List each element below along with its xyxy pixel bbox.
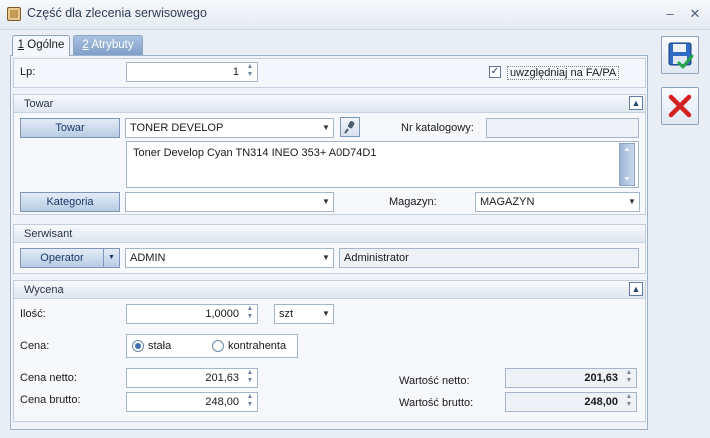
radio-stala[interactable] — [132, 340, 144, 352]
ilosc-label: Ilość: — [20, 308, 46, 320]
tab-ogolne[interactable]: 1 Ogólne — [12, 35, 70, 56]
towar-search-button[interactable] — [340, 117, 360, 137]
spin-down-icon: ▼ — [246, 401, 254, 408]
lp-spinner[interactable]: ▲ ▼ — [244, 63, 256, 81]
towar-dropdown-icon[interactable]: ▼ — [319, 119, 333, 137]
cena-netto-input[interactable]: 201,63 — [126, 368, 258, 388]
tab-atrybuty[interactable]: 2 Atrybuty — [73, 35, 143, 55]
scroll-up-icon — [624, 147, 630, 151]
minimize-button[interactable]: – — [661, 5, 679, 23]
towar-code-select[interactable]: TONER DEVELOP — [125, 118, 334, 138]
tab-atrybuty-label: Atrybuty — [88, 39, 134, 51]
spin-up-icon: ▲ — [246, 63, 254, 70]
spin-down-icon: ▼ — [246, 313, 254, 320]
wartosc-netto-spinner[interactable]: ▲ ▼ — [623, 369, 635, 387]
kategoria-dropdown-icon[interactable]: ▼ — [319, 193, 333, 211]
cena-label: Cena: — [20, 340, 50, 352]
cancel-icon — [668, 94, 692, 118]
operator-name[interactable]: Administrator — [339, 248, 639, 268]
description-scrollbar[interactable] — [619, 143, 635, 186]
unit-dropdown-icon[interactable]: ▼ — [319, 305, 333, 323]
uwzgledniaj-label[interactable]: uwzględniaj na FA/PA — [507, 66, 620, 80]
spin-down-icon: ▼ — [246, 71, 254, 78]
magazyn-dropdown-icon[interactable]: ▼ — [625, 193, 639, 211]
serwisant-section-header — [14, 225, 645, 243]
tab-ogolne-label: Ogólne — [24, 39, 65, 51]
wartosc-brutto-label: Wartość brutto: — [399, 397, 474, 409]
app-icon — [7, 7, 21, 21]
cena-brutto-label: Cena brutto: — [20, 394, 81, 406]
ilosc-spinner[interactable]: ▲ ▼ — [244, 305, 256, 323]
spin-up-icon: ▲ — [246, 305, 254, 312]
operator-select[interactable]: ADMIN — [125, 248, 334, 268]
cena-brutto-input[interactable]: 248,00 — [126, 392, 258, 412]
wartosc-netto-value[interactable]: 201,63 — [505, 368, 637, 388]
ilosc-input[interactable]: 1,0000 — [126, 304, 258, 324]
spin-down-icon: ▼ — [625, 377, 633, 384]
magazyn-label: Magazyn: — [389, 196, 437, 208]
spin-up-icon: ▲ — [246, 393, 254, 400]
radio-kontrahenta[interactable] — [212, 340, 224, 352]
save-icon — [668, 42, 694, 69]
lp-input[interactable]: 1 — [126, 62, 258, 82]
scroll-down-icon — [624, 177, 630, 181]
cena-brutto-spinner[interactable]: ▲ ▼ — [244, 393, 256, 411]
towar-button[interactable]: Towar — [20, 118, 120, 138]
cena-netto-spinner[interactable]: ▲ ▼ — [244, 369, 256, 387]
towar-section-header — [14, 95, 645, 113]
radio-kontrahenta-label[interactable]: kontrahenta — [228, 340, 286, 352]
uwzgledniaj-checkbox[interactable]: ✓ — [489, 66, 501, 78]
nr-katalogowy-input[interactable] — [486, 118, 639, 138]
wycena-section-title: Wycena — [24, 284, 64, 296]
wycena-collapse-icon[interactable]: ▲ — [629, 282, 643, 296]
spin-up-icon: ▲ — [625, 393, 633, 400]
operator-select-dropdown-icon[interactable]: ▼ — [319, 249, 333, 267]
operator-button[interactable]: Operator — [20, 248, 104, 268]
cancel-button[interactable] — [661, 87, 699, 125]
save-button[interactable] — [661, 36, 699, 74]
spin-down-icon: ▼ — [246, 377, 254, 384]
close-window-button[interactable]: ✕ — [686, 5, 704, 23]
wycena-section-header — [14, 281, 645, 299]
towar-description[interactable]: Toner Develop Cyan TN314 INEO 353+ A0D74… — [126, 141, 639, 188]
wartosc-brutto-spinner[interactable]: ▲ ▼ — [623, 393, 635, 411]
operator-dropdown-icon[interactable]: ▼ — [103, 248, 120, 268]
towar-section-title: Towar — [24, 98, 54, 110]
magazyn-select[interactable]: MAGAZYN — [475, 192, 640, 212]
spin-up-icon: ▲ — [625, 369, 633, 376]
wartosc-netto-label: Wartość netto: — [399, 375, 470, 387]
lp-label: Lp: — [20, 66, 36, 78]
kategoria-button[interactable]: Kategoria — [20, 192, 120, 212]
nr-katalogowy-label: Nr katalogowy: — [401, 122, 474, 134]
radio-stala-label[interactable]: stała — [148, 340, 171, 352]
cena-netto-label: Cena netto: — [20, 372, 77, 384]
spin-down-icon: ▼ — [625, 401, 633, 408]
serwisant-section-title: Serwisant — [24, 228, 73, 240]
spin-up-icon: ▲ — [246, 369, 254, 376]
wartosc-brutto-value[interactable]: 248,00 — [505, 392, 637, 412]
kategoria-select[interactable] — [125, 192, 334, 212]
microphone-icon — [344, 121, 355, 134]
window-title: Część dla zlecenia serwisowego — [27, 6, 207, 20]
towar-collapse-icon[interactable]: ▲ — [629, 96, 643, 110]
